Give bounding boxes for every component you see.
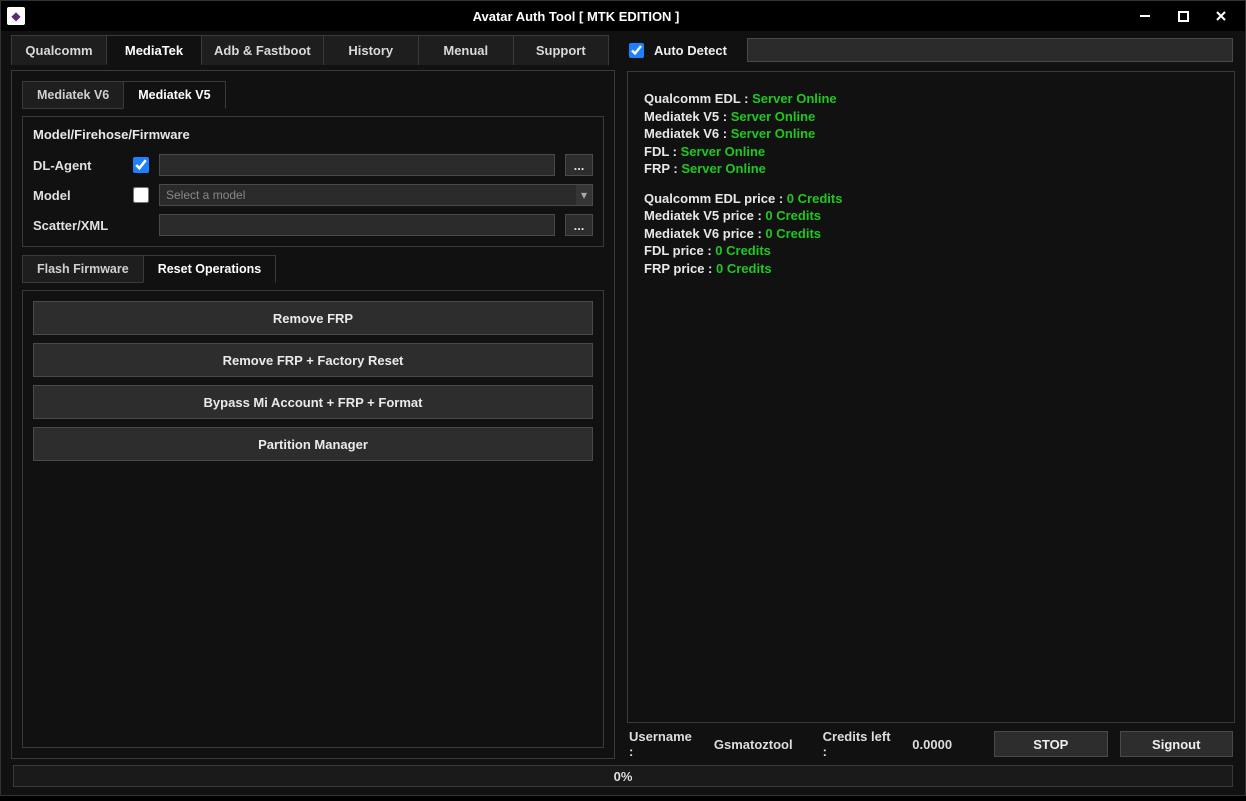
- tab-support[interactable]: Support: [513, 35, 609, 65]
- scatter-label: Scatter/XML: [33, 218, 123, 233]
- scatter-row: Scatter/XML ...: [33, 214, 593, 236]
- titlebar: ◆ Avatar Auth Tool [ MTK EDITION ]: [1, 1, 1245, 31]
- log-line: Mediatek V5 price : 0 Credits: [644, 207, 1218, 225]
- left-column: Qualcomm MediaTek Adb & Fastboot History…: [11, 35, 615, 759]
- auto-detect-row: Auto Detect: [627, 35, 1235, 65]
- close-icon: [1215, 10, 1227, 22]
- log-line: FRP : Server Online: [644, 160, 1218, 178]
- window-buttons: [1127, 5, 1239, 27]
- log-line: FDL price : 0 Credits: [644, 242, 1218, 260]
- reset-operations-panel: Remove FRP Remove FRP + Factory Reset By…: [22, 290, 604, 748]
- log-line: Qualcomm EDL : Server Online: [644, 90, 1218, 108]
- tab-adb-fastboot[interactable]: Adb & Fastboot: [201, 35, 324, 65]
- scatter-input[interactable]: [159, 214, 555, 236]
- window-title: Avatar Auth Tool [ MTK EDITION ]: [31, 9, 1121, 24]
- log-line: FRP price : 0 Credits: [644, 260, 1218, 278]
- progress-bar: 0%: [13, 765, 1233, 787]
- auto-detect-checkbox[interactable]: [629, 43, 644, 58]
- model-dropdown-placeholder: Select a model: [166, 188, 245, 202]
- chevron-down-icon: ▾: [576, 185, 592, 205]
- tab-history[interactable]: History: [323, 35, 419, 65]
- maximize-icon: [1178, 11, 1189, 22]
- bypass-mi-account-button[interactable]: Bypass Mi Account + FRP + Format: [33, 385, 593, 419]
- subtab-mediatek-v6[interactable]: Mediatek V6: [22, 81, 124, 109]
- credits-label: Credits left :: [823, 729, 895, 759]
- dl-agent-row: DL-Agent ...: [33, 154, 593, 176]
- content-area: Qualcomm MediaTek Adb & Fastboot History…: [1, 31, 1245, 795]
- username-value: Gsmatoztool: [714, 737, 793, 752]
- model-label: Model: [33, 188, 123, 203]
- device-display: [747, 38, 1233, 62]
- user-row: Username : Gsmatoztool Credits left : 0.…: [627, 729, 1235, 759]
- credits-value: 0.0000: [912, 737, 952, 752]
- log-line: FDL : Server Online: [644, 143, 1218, 161]
- model-row: Model Select a model ▾: [33, 184, 593, 206]
- subtab-mediatek-v5[interactable]: Mediatek V5: [123, 81, 225, 109]
- signout-button[interactable]: Signout: [1120, 731, 1233, 757]
- right-column: Auto Detect Qualcomm EDL : Server Online…: [627, 35, 1235, 759]
- model-dropdown[interactable]: Select a model ▾: [159, 184, 593, 206]
- tab-manual[interactable]: Menual: [418, 35, 514, 65]
- dl-agent-browse-button[interactable]: ...: [565, 154, 593, 176]
- mediatek-panel: Mediatek V6 Mediatek V5 Model/Firehose/F…: [11, 70, 615, 759]
- optab-flash-firmware[interactable]: Flash Firmware: [22, 255, 144, 283]
- log-line: Mediatek V6 : Server Online: [644, 125, 1218, 143]
- remove-frp-button[interactable]: Remove FRP: [33, 301, 593, 335]
- partition-manager-button[interactable]: Partition Manager: [33, 427, 593, 461]
- operation-tabs: Flash Firmware Reset Operations: [22, 255, 604, 283]
- scatter-browse-button[interactable]: ...: [565, 214, 593, 236]
- stop-button[interactable]: STOP: [994, 731, 1107, 757]
- minimize-icon: [1139, 10, 1151, 22]
- model-checkbox[interactable]: [133, 187, 149, 203]
- main-row: Qualcomm MediaTek Adb & Fastboot History…: [11, 35, 1235, 759]
- app-icon: ◆: [7, 7, 25, 25]
- optab-reset-operations[interactable]: Reset Operations: [143, 255, 277, 283]
- log-line: Mediatek V6 price : 0 Credits: [644, 225, 1218, 243]
- tab-qualcomm[interactable]: Qualcomm: [11, 35, 107, 65]
- log-line: Qualcomm EDL price : 0 Credits: [644, 190, 1218, 208]
- minimize-button[interactable]: [1127, 5, 1163, 27]
- tab-mediatek[interactable]: MediaTek: [106, 35, 202, 65]
- mediatek-sub-tabs: Mediatek V6 Mediatek V5: [22, 81, 604, 109]
- username-label: Username :: [629, 729, 696, 759]
- firehose-group: Model/Firehose/Firmware DL-Agent ... Mod…: [22, 116, 604, 247]
- maximize-button[interactable]: [1165, 5, 1201, 27]
- app-window: ◆ Avatar Auth Tool [ MTK EDITION ] Qualc…: [0, 0, 1246, 796]
- remove-frp-factory-reset-button[interactable]: Remove FRP + Factory Reset: [33, 343, 593, 377]
- dl-agent-label: DL-Agent: [33, 158, 123, 173]
- close-button[interactable]: [1203, 5, 1239, 27]
- log-output[interactable]: Qualcomm EDL : Server Online Mediatek V5…: [627, 71, 1235, 723]
- dl-agent-input[interactable]: [159, 154, 555, 176]
- firehose-group-title: Model/Firehose/Firmware: [33, 127, 593, 142]
- dl-agent-checkbox[interactable]: [133, 157, 149, 173]
- main-tabs: Qualcomm MediaTek Adb & Fastboot History…: [11, 35, 615, 65]
- auto-detect-label: Auto Detect: [654, 43, 727, 58]
- log-line: Mediatek V5 : Server Online: [644, 108, 1218, 126]
- progress-text: 0%: [614, 769, 633, 784]
